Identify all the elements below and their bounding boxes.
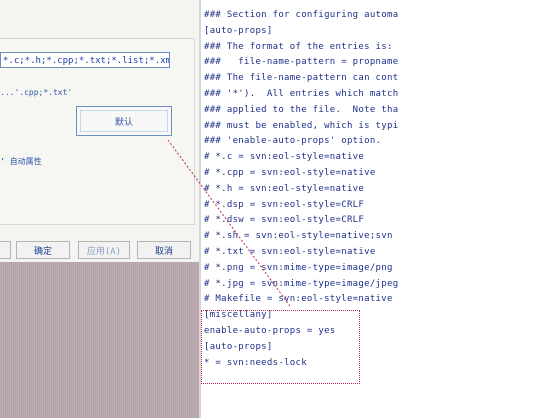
auto-props-checkbox-label[interactable]: ’ 自动属性 (0, 156, 42, 167)
editor-line: # *.h = svn:eol-style=native (204, 183, 365, 194)
editor-line: # *.jpg = svn:mime-type=image/jpeg (204, 278, 399, 289)
editor-line: ### '*'). All entries which match (204, 89, 399, 99)
editor-line: ### 'enable-auto-props' option. (204, 136, 382, 147)
truncated-button[interactable] (0, 241, 11, 259)
editor-line: [auto-props] (204, 25, 273, 36)
editor-margin (411, 0, 542, 418)
editor-line: # *.cpp = svn:eol-style=native (204, 168, 376, 178)
pattern-hint: ...'.cpp;*.txt' (0, 88, 73, 97)
default-button-label: 默认 (114, 117, 133, 128)
editor-line: ### The file-name-pattern can cont (204, 73, 399, 84)
editor-line: # *.png = svn:mime-type=image/png (204, 262, 393, 273)
editor-line: # *.dsp = svn:eol-style=CRLF (204, 199, 365, 210)
editor-line: # *.sh = svn:eol-style=native;svn (204, 231, 393, 242)
editor-line: ### The format of the entries is: (204, 41, 393, 52)
editor-line: # *.txt = svn:eol-style=native (204, 247, 376, 257)
editor-line: # *.c = svn:eol-style=native (204, 152, 365, 163)
cancel-button[interactable]: 取消 (137, 241, 191, 259)
editor-line: ### Section for configuring automa (204, 10, 399, 20)
default-button[interactable]: 默认 (76, 106, 172, 136)
editor-line: ### applied to the file. Note tha (204, 104, 399, 115)
editor-line: # Makefile = svn:eol-style=native (204, 294, 393, 305)
settings-dialog: *.c;*.h;*.cpp;*.txt;*.list;*.xml;*.html … (0, 0, 200, 262)
apply-button[interactable]: 应用(A) (78, 241, 130, 259)
ok-button[interactable]: 确定 (16, 241, 70, 259)
editor-line: ### file-name-pattern = propname (204, 57, 399, 68)
editor-line: # *.dsw = svn:eol-style=CRLF (204, 215, 365, 226)
highlight-annotation-box (201, 310, 360, 384)
editor-line: ### must be enabled, which is typi (204, 120, 399, 131)
desktop-background (0, 262, 199, 418)
file-pattern-input[interactable]: *.c;*.h;*.cpp;*.txt;*.list;*.xml;*.html (0, 52, 170, 68)
